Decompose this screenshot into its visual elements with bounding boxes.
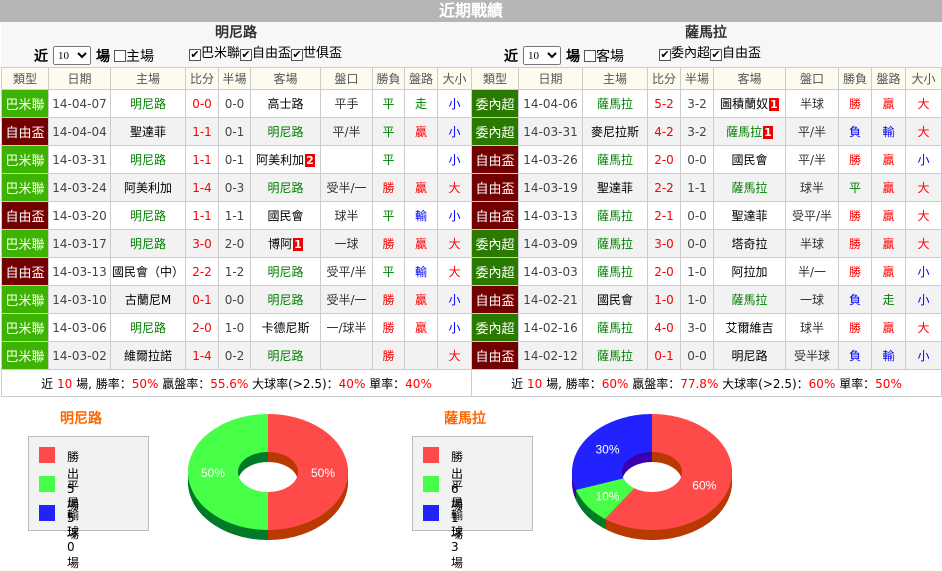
pie-label: 50% xyxy=(201,466,225,480)
pie-label: 30% xyxy=(595,442,619,456)
pie-label: 50% xyxy=(311,466,335,480)
pie-slice xyxy=(268,414,348,530)
pie-label: 60% xyxy=(692,478,716,492)
pie-label: 10% xyxy=(595,490,619,504)
result-pie-charts: 50% 50% 60% 10% 30% xyxy=(188,414,732,540)
